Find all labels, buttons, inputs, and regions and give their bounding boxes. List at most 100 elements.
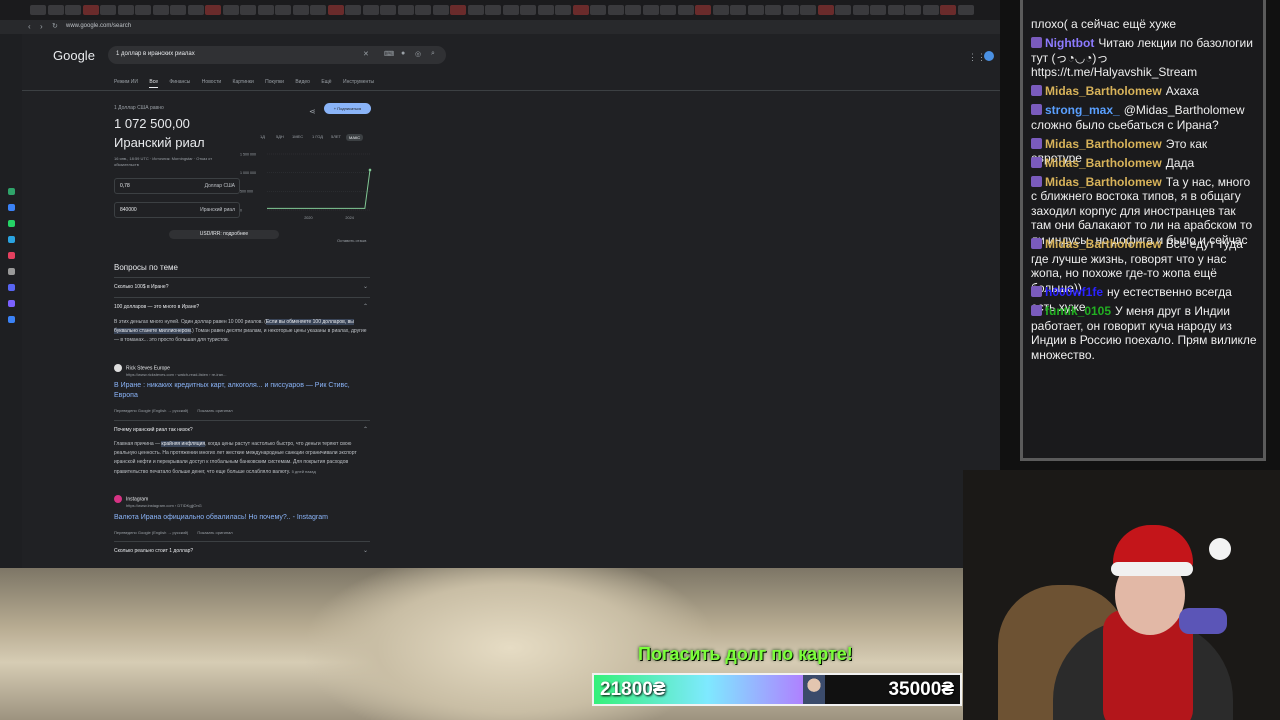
source-link[interactable]: Валюта Ирана официально обвалилась! Но п…	[114, 513, 374, 523]
browser-tab[interactable]	[712, 5, 729, 15]
chevron-down-icon[interactable]: ⌄	[363, 278, 368, 296]
browser-tab[interactable]	[100, 5, 116, 15]
url-text[interactable]: www.google.com/search	[66, 23, 131, 29]
chat-username[interactable]: Nightbot	[1045, 36, 1094, 50]
search-icon[interactable]: ⌕	[431, 50, 435, 58]
tab-video[interactable]: Видео	[295, 79, 310, 85]
browser-tab[interactable]	[922, 5, 939, 15]
browser-tab[interactable]	[590, 5, 606, 15]
browser-tab[interactable]	[572, 5, 589, 15]
browser-tab[interactable]	[817, 5, 834, 15]
browser-tab[interactable]	[30, 5, 46, 15]
range-1m[interactable]: 1МЕС	[292, 134, 303, 139]
telegram-icon[interactable]	[8, 236, 15, 243]
browser-tab[interactable]	[642, 5, 659, 15]
from-value[interactable]: 0,78	[120, 183, 130, 189]
browser-tab[interactable]	[117, 5, 134, 15]
browser-tab[interactable]	[905, 5, 921, 15]
instagram-icon[interactable]	[8, 252, 15, 259]
chevron-up-icon[interactable]: ⌃	[363, 298, 368, 316]
browser-tab[interactable]	[485, 5, 501, 15]
reload-icon[interactable]: ↻	[52, 22, 58, 30]
browser-tab[interactable]	[502, 5, 519, 15]
browser-tab[interactable]	[730, 5, 746, 15]
details-button[interactable]: USD/IRR: подробнее	[169, 230, 279, 239]
browser-tab[interactable]	[135, 5, 151, 15]
tab-images[interactable]: Картинки	[233, 79, 254, 85]
show-original-link[interactable]: Показать оригинал	[197, 530, 232, 535]
browser-tab[interactable]	[292, 5, 309, 15]
search-input[interactable]: 1 доллар в иранских риалах	[116, 51, 195, 57]
address-bar[interactable]: ‹ › ↻ www.google.com/search	[0, 20, 1000, 34]
range-1y[interactable]: 1 ГОД	[312, 134, 323, 139]
browser-tab[interactable]	[677, 5, 694, 15]
range-5d[interactable]: 5ДН	[276, 134, 284, 139]
browser-tab[interactable]	[747, 5, 764, 15]
follow-button[interactable]: + Подписаться	[324, 103, 371, 114]
source-link[interactable]: В Иране : никаких кредитных карт, алкого…	[114, 381, 374, 401]
browser-tab[interactable]	[940, 5, 956, 15]
show-original-link[interactable]: Показать оригинал	[197, 408, 232, 413]
clear-icon[interactable]: ✕	[363, 50, 369, 58]
browser-tab[interactable]	[765, 5, 781, 15]
chat-username[interactable]: Midas_Bartholomew	[1045, 175, 1162, 189]
browser-tab[interactable]	[170, 5, 186, 15]
browser-tab[interactable]	[870, 5, 886, 15]
range-max[interactable]: МАКС	[346, 134, 364, 141]
paa-question[interactable]: Сколько 100$ в Иране? ⌄	[114, 277, 370, 296]
avatar[interactable]	[984, 51, 994, 61]
browser-tab[interactable]	[82, 5, 99, 15]
x-icon[interactable]	[8, 268, 15, 275]
from-currency-field[interactable]: 0,78 Доллар США	[114, 178, 240, 194]
from-unit-select[interactable]: Доллар США	[205, 183, 235, 189]
browser-tab[interactable]	[362, 5, 379, 15]
browser-tab[interactable]	[47, 5, 64, 15]
browser-tab[interactable]	[380, 5, 396, 15]
browser-tab[interactable]	[607, 5, 624, 15]
paa-question[interactable]: Сколько реально стоит 1 доллар? ⌄	[114, 541, 370, 560]
lens-icon[interactable]: ◎	[415, 50, 421, 58]
browser-tab[interactable]	[187, 5, 204, 15]
browser-tab[interactable]	[782, 5, 799, 15]
browser-tab[interactable]	[467, 5, 484, 15]
browser-tab[interactable]	[275, 5, 291, 15]
tab-more[interactable]: Ещё	[321, 79, 331, 85]
paa-question[interactable]: Почему иранский риал так низок? ⌃	[114, 420, 370, 439]
chevron-up-icon[interactable]: ⌃	[363, 421, 368, 439]
browser-tab[interactable]	[222, 5, 239, 15]
browser-tab[interactable]	[432, 5, 449, 15]
browser-tab[interactable]	[887, 5, 904, 15]
browser-tab[interactable]	[555, 5, 571, 15]
app-icon[interactable]	[8, 204, 15, 211]
chat-username[interactable]: h000wf1fe	[1045, 285, 1103, 299]
share-icon[interactable]: ⋖	[309, 107, 316, 116]
browser-tab[interactable]	[520, 5, 536, 15]
source-name[interactable]: Instagram	[126, 496, 148, 502]
chat-username[interactable]: funtik_0105	[1045, 304, 1111, 318]
tab-shopping[interactable]: Покупки	[265, 79, 284, 85]
tab-news[interactable]: Новости	[202, 79, 221, 85]
browser-tab[interactable]	[345, 5, 361, 15]
tab-ai-mode[interactable]: Режим ИИ	[114, 79, 138, 85]
mic-icon[interactable]: ●	[401, 50, 405, 57]
chat-username[interactable]: Midas_Bartholomew	[1045, 237, 1162, 251]
tab-tools[interactable]: Инструменты	[343, 79, 374, 85]
browser-tab[interactable]	[415, 5, 431, 15]
forward-icon[interactable]: ›	[40, 22, 43, 31]
source-name[interactable]: Rick Steves Europe	[126, 365, 170, 371]
paa-question[interactable]: 100 долларов — это много в Иране? ⌃	[114, 297, 370, 316]
search-box[interactable]: 1 доллар в иранских риалах ✕ ⌨ ● ◎ ⌕	[108, 46, 446, 64]
range-5y[interactable]: 5ЛЕТ	[331, 134, 341, 139]
browser-tab[interactable]	[397, 5, 414, 15]
source-url[interactable]: https://www.ricksteves.com › watch-read-…	[126, 372, 226, 377]
browser-tab[interactable]	[327, 5, 344, 15]
whatsapp-icon[interactable]	[8, 220, 15, 227]
browser-tab[interactable]	[660, 5, 676, 15]
browser-tab[interactable]	[257, 5, 274, 15]
chat-username[interactable]: Midas_Bartholomew	[1045, 84, 1162, 98]
browser-tab[interactable]	[450, 5, 466, 15]
discord-icon[interactable]	[8, 284, 15, 291]
range-1d[interactable]: 1Д	[260, 134, 265, 139]
fx-chart[interactable]: 1 500 000 1 000 000 500 000 0 2020 2024	[240, 152, 374, 220]
to-value[interactable]: 840000	[120, 207, 137, 213]
